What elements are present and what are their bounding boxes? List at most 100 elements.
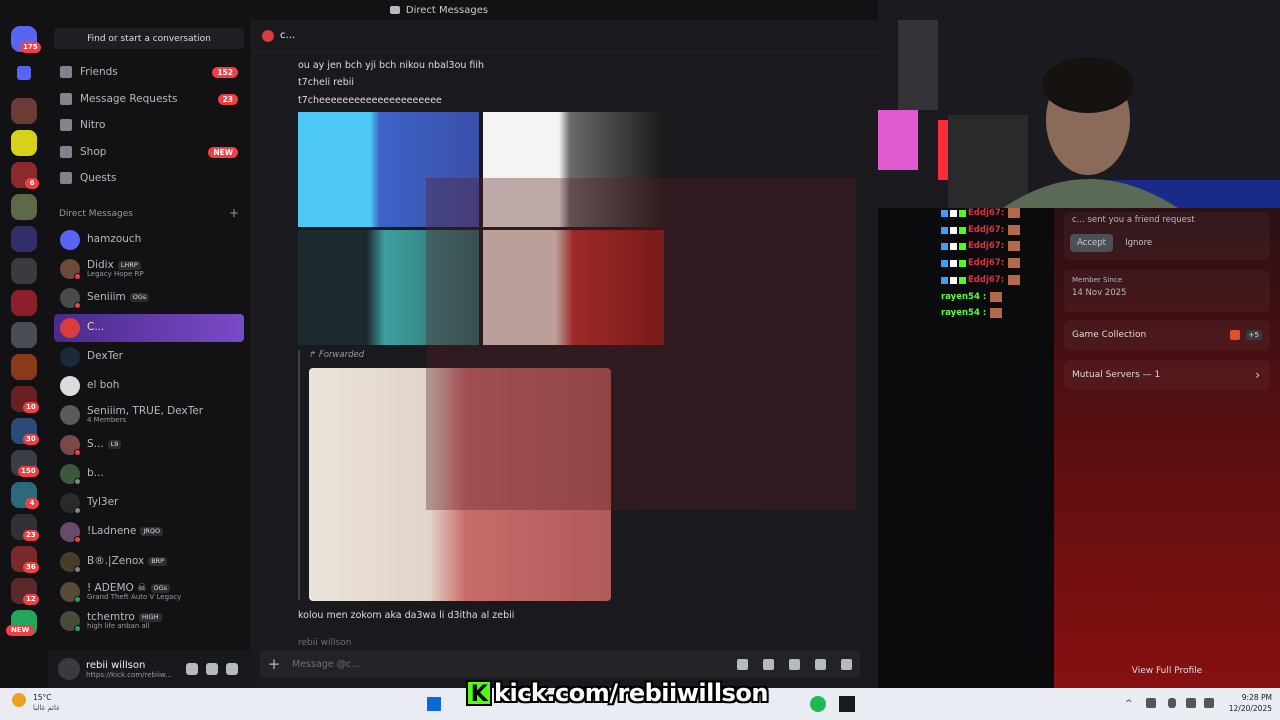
profile-panel: c... sent you a friend request Accept Ig… xyxy=(1054,208,1280,688)
badge-icon xyxy=(941,226,948,234)
server-icon-8[interactable] xyxy=(11,322,37,348)
quests-icon xyxy=(60,172,72,184)
nav-message-requests[interactable]: Message Requests 23 xyxy=(54,87,244,111)
gift-icon[interactable] xyxy=(737,658,748,670)
nav-friends[interactable]: Friends 152 xyxy=(54,60,244,84)
volume-icon[interactable] xyxy=(1204,698,1214,708)
clock-date[interactable]: 12/20/2025 xyxy=(1222,704,1272,713)
user-avatar[interactable] xyxy=(58,658,80,680)
sticker-icon[interactable] xyxy=(789,658,800,670)
avatar xyxy=(60,582,81,603)
nav-nitro[interactable]: Nitro xyxy=(54,113,244,137)
avatar xyxy=(60,376,80,396)
message-input[interactable]: + Message @c... xyxy=(260,650,860,678)
accept-button[interactable]: Accept xyxy=(1070,234,1113,252)
windows-start-icon[interactable] xyxy=(427,697,441,711)
new-badge: NEW xyxy=(208,146,238,158)
dm-item[interactable]: Tyl3er xyxy=(54,489,244,517)
weather-temp[interactable]: 15°C xyxy=(33,693,52,702)
badge-icon xyxy=(941,209,948,217)
badge-icon xyxy=(959,226,966,234)
dm-item[interactable]: Didix LHRP Legacy Hope RP xyxy=(54,255,244,283)
nav-quests[interactable]: Quests xyxy=(54,166,244,190)
dm-name: el boh xyxy=(87,379,120,392)
game-collection-row[interactable]: Game Collection +5 xyxy=(1064,320,1270,350)
server-badge: 6 xyxy=(25,178,39,189)
headphones-icon[interactable] xyxy=(205,663,218,675)
dm-item[interactable]: tchemtro HIGH high life anban all xyxy=(54,607,244,635)
avatar xyxy=(60,259,81,280)
server-rail: 175 6 10 30 150 4 23 36 12 NEW xyxy=(0,20,48,688)
kick-watermark: K kick.com/rebiiwillson xyxy=(466,678,768,708)
stream-chat-line: Eddj67: xyxy=(941,275,1021,285)
create-dm-icon[interactable]: + xyxy=(229,207,239,219)
dm-item[interactable]: B®.|Zenox BRP xyxy=(54,548,244,576)
app-icon[interactable] xyxy=(839,696,855,712)
avatar xyxy=(60,464,81,485)
microphone-tray-icon[interactable] xyxy=(1168,698,1176,708)
stream-chat-line: Eddj67: xyxy=(941,225,1021,235)
server-icon-7[interactable] xyxy=(11,290,37,316)
dm-item[interactable]: hamzouch xyxy=(54,226,244,254)
webcam-image xyxy=(878,0,1280,208)
apps-icon[interactable] xyxy=(841,658,852,670)
ignore-button[interactable]: Ignore xyxy=(1118,234,1159,252)
dm-name: C... xyxy=(87,321,105,334)
emote-icon xyxy=(1008,275,1021,285)
server-icon-1[interactable] xyxy=(11,98,37,124)
dm-item[interactable]: S... L9 xyxy=(54,431,244,459)
kick-url: kick.com/rebiiwillson xyxy=(494,679,768,707)
dm-name: S... xyxy=(87,438,104,451)
spotify-icon[interactable] xyxy=(810,696,826,712)
server-icon-4[interactable] xyxy=(11,194,37,220)
chat-username: Eddj67 xyxy=(968,275,1001,285)
mutual-servers-label: Mutual Servers — 1 xyxy=(1072,370,1161,380)
search-input[interactable]: Find or start a conversation xyxy=(54,28,244,49)
avatar xyxy=(60,611,81,632)
wifi-icon[interactable] xyxy=(1186,698,1196,708)
message-text: kolou men zokom aka da3wa li d3itha al z… xyxy=(298,610,515,621)
dm-activity: Legacy Hope RP xyxy=(87,269,144,278)
dm-item-group[interactable]: Seniiim, TRUE, DexTer 4 Members xyxy=(54,401,244,429)
dm-name: !Ladnene xyxy=(87,525,137,538)
dm-item[interactable]: !Ladnene JRQO xyxy=(54,518,244,546)
badge-icon xyxy=(950,276,957,284)
dm-item[interactable]: el boh xyxy=(54,372,244,400)
dm-item[interactable]: ! ADEMO ☠ OGs Grand Theft Auto V Legacy xyxy=(54,578,244,606)
dm-item[interactable]: DexTer xyxy=(54,343,244,371)
nav-label: Shop xyxy=(80,146,107,158)
member-since-date: 14 Nov 2025 xyxy=(1072,288,1127,298)
dm-item[interactable]: Seniiim OGs xyxy=(54,284,244,312)
gear-icon[interactable] xyxy=(225,663,238,675)
network-icon[interactable] xyxy=(1146,698,1156,708)
server-icon-2[interactable] xyxy=(11,130,37,156)
server-icon-5[interactable] xyxy=(11,226,37,252)
badge-icon xyxy=(950,242,957,250)
dm-item[interactable]: b... xyxy=(54,460,244,488)
server-tag: HIGH xyxy=(138,612,162,622)
dm-icon[interactable] xyxy=(17,66,31,80)
stream-chat-line: rayen54 : xyxy=(941,292,1003,302)
server-tag: OGs xyxy=(129,293,150,303)
message-text: t7cheeeeeeeeeeeeeeeeeeeee xyxy=(298,95,442,106)
tray-chevron-icon[interactable]: ^ xyxy=(1125,699,1133,709)
server-icon-9[interactable] xyxy=(11,354,37,380)
add-attachment-icon[interactable]: + xyxy=(266,655,282,673)
nav-shop[interactable]: Shop NEW xyxy=(54,140,244,164)
clock-time[interactable]: 9:28 PM xyxy=(1222,693,1272,702)
stream-chat-line: rayen54 : xyxy=(941,308,1003,318)
dm-item-selected[interactable]: C... xyxy=(54,314,244,342)
badge-icon xyxy=(959,276,966,284)
message-placeholder: Message @c... xyxy=(292,658,361,670)
view-full-profile-link[interactable]: View Full Profile xyxy=(1054,666,1280,676)
server-badge: 4 xyxy=(25,498,39,509)
server-icon-6[interactable] xyxy=(11,258,37,284)
dm-name: tchemtro xyxy=(87,610,135,623)
gif-icon[interactable] xyxy=(763,658,774,670)
microphone-icon[interactable] xyxy=(185,663,198,675)
friends-icon xyxy=(60,66,72,78)
mutual-servers-row[interactable]: Mutual Servers — 1 › xyxy=(1064,360,1270,390)
emoji-icon[interactable] xyxy=(815,658,826,670)
emote-icon xyxy=(990,292,1003,302)
server-badge: 150 xyxy=(18,466,39,477)
